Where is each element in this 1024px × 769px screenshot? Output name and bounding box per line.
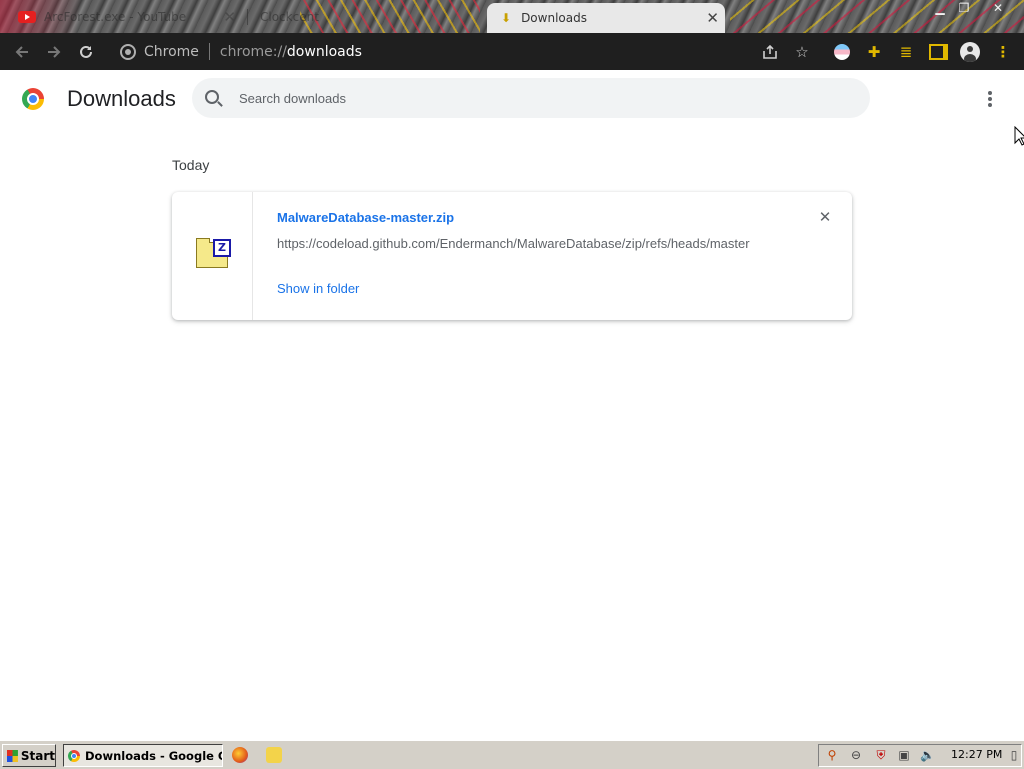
tab-strip: ArcForest.exe - YouTube ✕ Clockcent ⬇ Do… [0, 0, 1024, 33]
volume-icon[interactable]: 🔈 [920, 748, 935, 762]
taskbar: Start Downloads - Google C... ⚲ ⊖ ⛨ ▣ 🔈 … [0, 740, 1024, 769]
search-box[interactable] [192, 78, 870, 118]
taskbar-item-label: Downloads - Google C... [85, 748, 222, 763]
address-bar[interactable]: Chrome chrome:// downloads [110, 37, 826, 66]
browser-toolbar: Chrome chrome:// downloads ☆ ✚ ≣ ⋮ [0, 33, 1024, 70]
search-tray-icon[interactable]: ⚲ [825, 748, 839, 762]
chip-separator [208, 43, 210, 60]
extensions-icon[interactable]: ✚ [863, 33, 885, 70]
url-host: downloads [286, 43, 362, 60]
menu-icon[interactable]: ⋮ [992, 33, 1014, 70]
tab-title: Downloads [521, 11, 587, 25]
search-icon [205, 89, 219, 104]
quick-launch-folder-icon[interactable] [266, 747, 282, 763]
chrome-icon [68, 749, 80, 762]
tab-title: ArcForest.exe - YouTube [44, 10, 187, 24]
star-icon[interactable]: ☆ [791, 33, 813, 70]
site-chip[interactable]: Chrome [144, 44, 199, 60]
reload-icon[interactable] [72, 33, 100, 70]
window-close-icon[interactable]: ✕ [987, 0, 1009, 16]
clock: 12:27 PM [951, 748, 1003, 761]
file-source-url: https://codeload.github.com/Endermanch/M… [277, 236, 750, 251]
file-icon-column: Z [172, 192, 253, 320]
tab-title: Clockcent [260, 10, 319, 24]
system-tray: ⚲ ⊖ ⛨ ▣ 🔈 12:27 PM ▯ [818, 744, 1022, 767]
url-scheme: chrome:// [219, 43, 287, 60]
tab-downloads[interactable]: ⬇ Downloads ✕ [487, 3, 725, 33]
tab-close-icon[interactable]: ✕ [706, 9, 719, 27]
search-input[interactable] [237, 89, 841, 107]
tray-extra-icon[interactable]: ▯ [1007, 748, 1021, 762]
download-item: Z MalwareDatabase-master.zip https://cod… [172, 192, 852, 320]
account-icon[interactable] [959, 33, 981, 70]
media-icon[interactable]: ≣ [895, 33, 917, 70]
minimize-icon[interactable]: ▁ [929, 0, 951, 16]
security-tray-icon[interactable]: ⛨ [874, 748, 888, 762]
remove-download-icon[interactable]: ✕ [816, 209, 834, 227]
tab-divider [247, 9, 248, 25]
start-label: Start [20, 748, 55, 763]
show-in-folder-link[interactable]: Show in folder [277, 281, 359, 296]
date-heading: Today [172, 157, 210, 173]
chrome-logo-icon [22, 88, 44, 110]
wallpaper-splash [730, 0, 1024, 33]
tab-clockcent[interactable]: Clockcent [250, 4, 478, 30]
windows-logo-icon [7, 749, 18, 762]
display-tray-icon[interactable]: ▣ [897, 748, 911, 762]
taskbar-item-chrome[interactable]: Downloads - Google C... [63, 744, 223, 767]
firefox-icon[interactable] [232, 747, 248, 763]
share-icon[interactable] [759, 33, 781, 70]
restore-icon[interactable]: ❐ [953, 0, 975, 16]
side-panel-icon[interactable] [927, 33, 949, 70]
chrome-icon [120, 43, 136, 60]
network-tray-icon[interactable]: ⊖ [849, 748, 863, 762]
back-icon[interactable] [8, 33, 36, 70]
tab-youtube[interactable]: ArcForest.exe - YouTube ✕ [10, 4, 242, 30]
more-actions-icon[interactable] [980, 88, 1000, 110]
file-name-link[interactable]: MalwareDatabase-master.zip [277, 210, 454, 225]
download-icon: ⬇ [501, 11, 512, 25]
downloads-header: Downloads [0, 70, 1024, 128]
tab-close-icon[interactable]: ✕ [223, 8, 236, 26]
start-button[interactable]: Start [2, 744, 56, 767]
zip-archive-icon[interactable]: Z [196, 238, 231, 268]
page-title: Downloads [67, 86, 176, 111]
profile-icon[interactable] [831, 33, 853, 70]
forward-icon[interactable] [40, 33, 68, 70]
youtube-icon [18, 11, 36, 23]
